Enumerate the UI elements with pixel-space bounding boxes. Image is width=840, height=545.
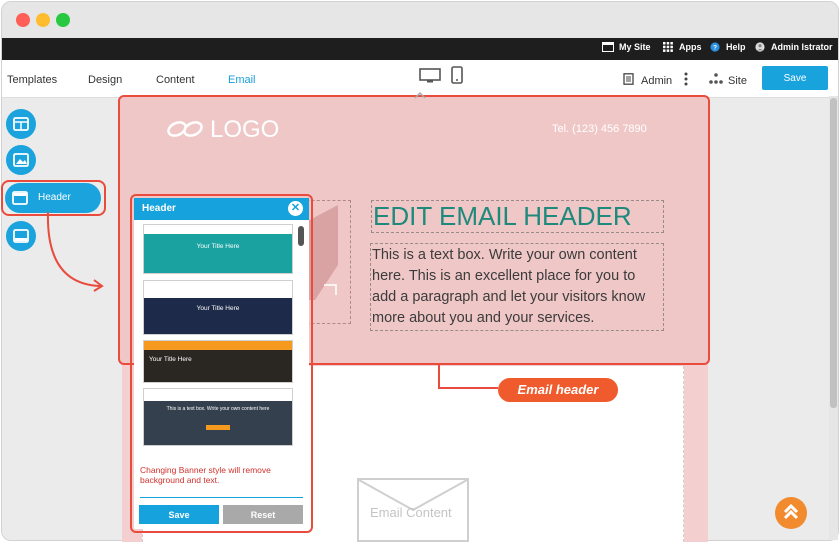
annotation-connector: [438, 364, 498, 389]
desktop-view-icon[interactable]: [419, 68, 441, 84]
footer-icon: [13, 229, 29, 243]
canvas-scrollbar-thumb[interactable]: [830, 98, 837, 408]
header-style-option[interactable]: Your Title Here: [143, 340, 293, 383]
header-title[interactable]: EDIT EMAIL HEADER: [371, 200, 664, 233]
thumb-banner: [144, 298, 292, 334]
infinity-logo-icon: [167, 121, 203, 137]
sidebar-item-label: Header: [38, 192, 71, 203]
apps-grid-icon: [663, 42, 673, 52]
sitemap-icon: [709, 73, 723, 84]
chevron-up-icon: [783, 503, 799, 520]
close-window-button[interactable]: [16, 13, 30, 27]
logo-wordmark: LOGO: [210, 117, 279, 141]
banner-notice: Changing Banner style will remove backgr…: [140, 465, 271, 485]
logo-text: LOGO: [210, 117, 279, 141]
admin-menu[interactable]: Admin: [641, 75, 672, 87]
sidebar-footer-button[interactable]: [6, 221, 36, 251]
email-header-annotation: Email header: [498, 378, 618, 402]
apps-label: Apps: [679, 42, 702, 52]
mobile-view-icon[interactable]: [451, 66, 463, 84]
thumb-title: Your Title Here: [196, 305, 240, 312]
help-icon: ?: [710, 42, 720, 52]
header-style-panel: Header ✕ Your Title Here Your Title Here…: [134, 198, 309, 529]
thumb-banner: [144, 350, 292, 382]
admin-bar: My Site Apps ? Help Admin Istrator: [2, 38, 838, 60]
avatar-icon: [755, 42, 765, 52]
tab-email[interactable]: Email: [228, 74, 256, 86]
thumb-title: Your Title Here: [149, 356, 192, 363]
tab-design[interactable]: Design: [88, 74, 122, 86]
close-icon[interactable]: ✕: [288, 201, 303, 216]
thumb-title: Your Title Here: [196, 243, 240, 250]
panel-scrollbar[interactable]: [297, 222, 305, 458]
header-icon: [12, 191, 28, 205]
user-name: Admin Istrator: [771, 42, 833, 52]
header-style-option[interactable]: Your Title Here: [143, 280, 293, 335]
my-site-label: My Site: [619, 42, 651, 52]
panel-title: Header: [142, 203, 176, 214]
scrollbar-thumb[interactable]: [298, 226, 304, 246]
sidebar-layout-button[interactable]: [6, 109, 36, 139]
collapse-arrow-icon[interactable]: [413, 91, 427, 99]
header-style-option[interactable]: Your Title Here: [143, 224, 293, 274]
help-link[interactable]: ? Help: [709, 42, 746, 52]
my-site-link[interactable]: My Site: [602, 42, 651, 52]
logo[interactable]: LOGO: [166, 117, 290, 141]
image-icon: [13, 153, 29, 167]
user-menu[interactable]: Admin Istrator: [754, 42, 833, 52]
svg-text:?: ?: [713, 45, 717, 52]
document-icon: [623, 73, 634, 85]
email-content-label: Email Content: [370, 505, 452, 520]
panel-reset-button[interactable]: Reset: [223, 505, 303, 524]
panel-header: Header: [134, 198, 309, 220]
title-bar: [2, 2, 838, 38]
thumb-topbar: [144, 341, 292, 350]
telephone-text[interactable]: Tel. (123) 456 7890: [552, 123, 647, 135]
layout-grid-icon: [13, 117, 29, 131]
tab-content[interactable]: Content: [156, 74, 195, 86]
header-text-box[interactable]: This is a text box. Write your own conte…: [370, 243, 664, 331]
thumb-banner: [144, 234, 292, 273]
sidebar-item-header[interactable]: Header: [5, 183, 101, 213]
thumb-title: This is a text box. Write your own conte…: [166, 406, 270, 412]
help-label: Help: [726, 42, 746, 52]
header-style-list: Your Title Here Your Title Here Your Tit…: [134, 222, 309, 458]
minimize-window-button[interactable]: [36, 13, 50, 27]
scroll-to-top-button[interactable]: [775, 497, 807, 529]
header-style-option[interactable]: This is a text box. Write your own conte…: [143, 388, 293, 446]
thumb-topbar: [144, 225, 292, 234]
browser-icon: [602, 42, 614, 52]
site-menu[interactable]: Site: [728, 75, 747, 87]
panel-divider: [140, 497, 303, 498]
panel-save-button[interactable]: Save: [139, 505, 219, 524]
more-vertical-icon[interactable]: [684, 72, 688, 86]
apps-link[interactable]: Apps: [662, 42, 702, 52]
save-button[interactable]: Save: [762, 66, 828, 90]
thumb-cta: [206, 425, 230, 430]
canvas-scrollbar[interactable]: [829, 96, 838, 540]
maximize-window-button[interactable]: [56, 13, 70, 27]
tab-templates[interactable]: Templates: [7, 74, 57, 86]
thumb-topbar: [144, 389, 292, 401]
sidebar-image-button[interactable]: [6, 145, 36, 175]
thumb-topbar: [144, 281, 292, 298]
annotation-arrow-icon: [46, 211, 104, 292]
